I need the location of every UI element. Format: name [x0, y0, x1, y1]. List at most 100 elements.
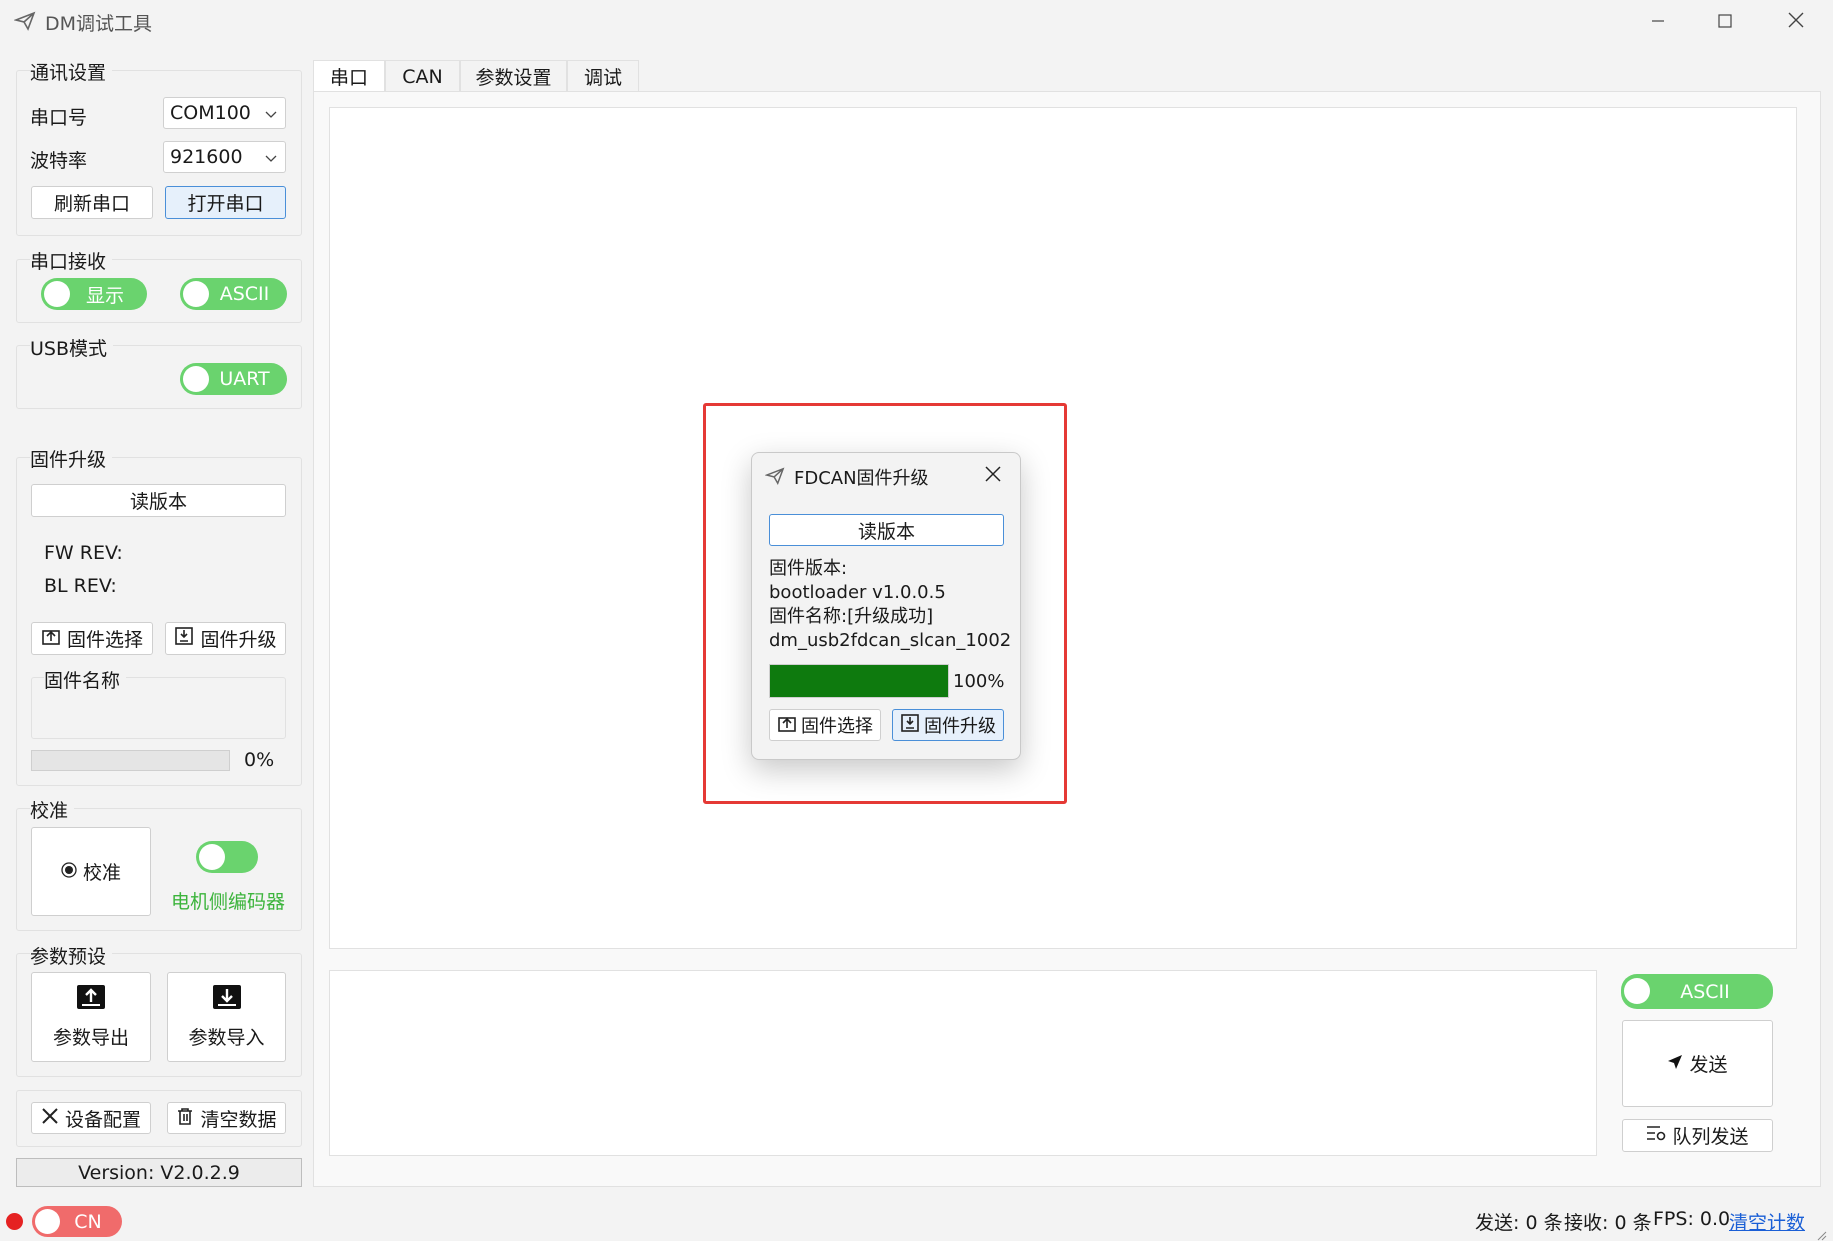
tab-serial-label: 串口 [329, 67, 368, 89]
send-input[interactable] [329, 970, 1597, 1156]
upload-icon [41, 626, 61, 651]
firmware-upgrade-label: 固件升级 [200, 629, 277, 651]
toggle-knob [199, 844, 225, 870]
calibration-title: 校准 [30, 796, 75, 823]
send-label: 发送 [1689, 1054, 1728, 1076]
paper-plane-icon [764, 466, 785, 491]
encoder-toggle[interactable] [196, 841, 258, 873]
radio-icon [61, 861, 77, 883]
tab-serial[interactable]: 串口 [313, 60, 385, 92]
bl-rev-label: BL REV: [44, 575, 117, 597]
close-window-button[interactable] [1761, 0, 1831, 44]
refresh-port-label: 刷新串口 [53, 193, 130, 215]
tab-debug-label: 调试 [583, 67, 622, 89]
refresh-port-button[interactable]: 刷新串口 [31, 186, 153, 219]
chevron-down-icon [265, 102, 277, 124]
minimize-button[interactable] [1623, 0, 1693, 44]
close-icon [985, 465, 1001, 487]
resize-grip-icon[interactable] [1815, 1224, 1827, 1241]
dialog-read-version-button[interactable]: 读版本 [769, 514, 1004, 546]
tab-can-label: CAN [402, 65, 443, 88]
calibrate-radio-label: 校准 [82, 862, 121, 884]
chevron-down-icon [265, 146, 277, 168]
tools-icon [41, 1107, 59, 1130]
send-button[interactable]: 发送 [1622, 1020, 1773, 1107]
tab-param-settings-label: 参数设置 [475, 67, 552, 89]
usb-mode-title: USB模式 [30, 334, 114, 361]
serial-receive-title: 串口接收 [30, 247, 113, 274]
dialog-version-info: 固件版本: bootloader v1.0.0.5 固件名称:[升级成功] dm… [769, 557, 1011, 653]
toggle-knob [44, 281, 70, 307]
port-select[interactable]: COM100 [163, 97, 286, 129]
uart-toggle[interactable]: UART [180, 363, 287, 395]
bootloader-version: bootloader v1.0.0.5 [769, 582, 946, 603]
uart-toggle-label: UART [219, 368, 270, 390]
dialog-progress-bar [769, 664, 949, 698]
close-icon [1788, 11, 1804, 33]
received-count: 接收: 0 条 [1564, 1212, 1652, 1234]
version-label: Version: V2.0.2.9 [16, 1158, 302, 1187]
toggle-knob [183, 366, 209, 392]
title-bar: DM调试工具 [0, 0, 1833, 44]
firmware-upgrade-button[interactable]: 固件升级 [165, 622, 286, 655]
display-toggle-label: 显示 [85, 284, 124, 307]
dialog-read-version-label: 读版本 [857, 520, 915, 543]
dialog-firmware-select-button[interactable]: 固件选择 [769, 709, 881, 741]
dialog-progress-fill [770, 665, 948, 697]
dialog-firmware-upgrade-button[interactable]: 固件升级 [892, 709, 1004, 741]
firmware-file-name: dm_usb2fdcan_slcan_1002 [769, 630, 1012, 651]
device-config-button[interactable]: 设备配置 [31, 1102, 151, 1134]
open-port-button[interactable]: 打开串口 [165, 186, 286, 219]
upload-icon [777, 713, 797, 738]
tab-param-settings[interactable]: 参数设置 [460, 60, 567, 92]
dialog-firmware-upgrade-label: 固件升级 [924, 716, 996, 737]
param-export-label: 参数导出 [52, 1027, 129, 1049]
fps-readout: FPS: 0.0 [1653, 1208, 1731, 1230]
tab-debug[interactable]: 调试 [567, 60, 639, 92]
open-port-label: 打开串口 [187, 193, 264, 215]
clear-data-button[interactable]: 清空数据 [167, 1102, 286, 1134]
toggle-knob [183, 281, 209, 307]
fw-rev-label: FW REV: [44, 542, 123, 564]
baud-select-value: 921600 [170, 146, 243, 168]
firmware-version-heading: 固件版本: [769, 558, 848, 579]
read-version-button[interactable]: 读版本 [31, 484, 286, 517]
import-icon [212, 984, 242, 1015]
connection-status-dot [6, 1213, 23, 1230]
queue-send-button[interactable]: 队列发送 [1622, 1119, 1773, 1152]
language-toggle-label: CN [74, 1210, 102, 1233]
param-preset-title: 参数预设 [30, 942, 113, 969]
port-label: 串口号 [30, 107, 88, 129]
param-export-button[interactable]: 参数导出 [31, 972, 151, 1062]
trash-icon [176, 1107, 194, 1130]
dialog-progress-text: 100% [953, 671, 1005, 692]
param-import-button[interactable]: 参数导入 [167, 972, 286, 1062]
maximize-button[interactable] [1690, 0, 1760, 44]
read-version-label: 读版本 [129, 491, 187, 513]
ascii-send-toggle-label: ASCII [1680, 980, 1730, 1003]
clear-count-link[interactable]: 清空计数 [1729, 1208, 1805, 1235]
sent-count: 发送: 0 条 [1475, 1212, 1563, 1234]
language-toggle[interactable]: CN [32, 1206, 122, 1237]
baud-label: 波特率 [30, 150, 88, 172]
paper-plane-icon [13, 10, 38, 34]
baud-select[interactable]: 921600 [163, 141, 286, 173]
send-icon [1667, 1053, 1683, 1075]
save-icon [900, 713, 920, 738]
queue-send-label: 队列发送 [1672, 1126, 1749, 1148]
dialog-title: FDCAN固件升级 [794, 468, 929, 489]
firmware-progress-text: 0% [244, 749, 275, 771]
display-toggle[interactable]: 显示 [41, 278, 147, 310]
queue-settings-icon [1646, 1124, 1666, 1147]
ascii-send-toggle[interactable]: ASCII [1621, 974, 1773, 1009]
ascii-receive-toggle-label: ASCII [219, 283, 270, 305]
toggle-knob [1624, 978, 1650, 1004]
firmware-name-status: 固件名称:[升级成功] [769, 606, 934, 627]
ascii-receive-toggle[interactable]: ASCII [180, 278, 287, 310]
dialog-close-button[interactable] [978, 462, 1008, 490]
tab-can[interactable]: CAN [385, 60, 460, 92]
firmware-select-button[interactable]: 固件选择 [31, 622, 153, 655]
window-title: DM调试工具 [45, 13, 153, 35]
firmware-name-title: 固件名称 [44, 666, 127, 693]
calibrate-radio[interactable]: 校准 [31, 827, 151, 916]
